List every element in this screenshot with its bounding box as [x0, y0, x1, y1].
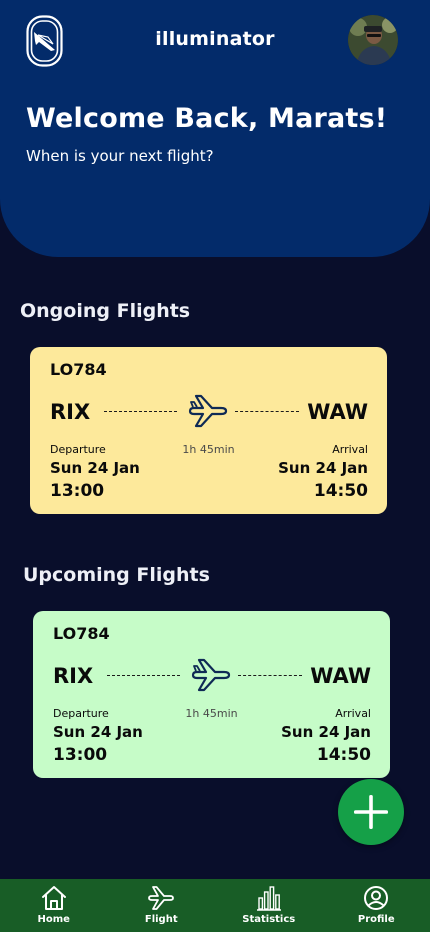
avatar[interactable]	[348, 15, 398, 65]
user-photo-icon	[348, 15, 398, 65]
ongoing-flight-card[interactable]: LO784 RIX WAW Departure 1h 45min Arrival…	[30, 347, 387, 514]
flight-number: LO784	[50, 360, 107, 379]
route-dash-right	[238, 675, 302, 676]
nav-label-flight: Flight	[144, 914, 178, 925]
departure-time: 13:00	[53, 745, 108, 765]
plus-icon	[354, 795, 388, 829]
arrival-date: Sun 24 Jan	[281, 723, 371, 741]
origin-code: RIX	[53, 664, 94, 688]
welcome-heading: Welcome Back, Marats!	[26, 103, 388, 134]
flight-number: LO784	[53, 624, 110, 643]
route-dash-left	[104, 411, 177, 412]
welcome-subtitle: When is your next flight?	[26, 147, 214, 165]
arrival-label: Arrival	[332, 443, 368, 456]
route-dash-right	[235, 411, 299, 412]
arrival-time: 14:50	[316, 745, 371, 765]
departure-time: 13:00	[50, 481, 105, 501]
origin-code: RIX	[50, 400, 91, 424]
arrival-time: 14:50	[313, 481, 368, 501]
header-banner: illuminator Welcome Back, Marats! When i…	[0, 0, 430, 257]
nav-item-flight[interactable]: Flight	[116, 879, 206, 932]
upcoming-flights-title: Upcoming Flights	[23, 564, 210, 586]
nav-item-profile[interactable]: Profile	[331, 879, 421, 932]
statistics-icon	[256, 886, 281, 911]
ongoing-flights-title: Ongoing Flights	[20, 300, 191, 322]
nav-label-statistics: Statistics	[242, 914, 296, 925]
flight-icon	[148, 886, 175, 910]
nav-label-home: Home	[37, 914, 70, 925]
profile-icon	[364, 886, 389, 910]
upcoming-flight-card[interactable]: LO784 RIX WAW Departure 1h 45min Arrival…	[33, 611, 390, 778]
departure-date: Sun 24 Jan	[50, 459, 140, 477]
add-flight-button[interactable]	[338, 779, 404, 845]
departure-date: Sun 24 Jan	[53, 723, 143, 741]
nav-item-home[interactable]: Home	[9, 879, 99, 932]
nav-label-profile: Profile	[357, 914, 395, 925]
home-icon	[41, 886, 66, 910]
airplane-icon	[188, 394, 228, 428]
destination-code: WAW	[310, 664, 371, 688]
airplane-icon	[191, 658, 231, 692]
bottom-navigation: Home Flight Statistics Profile	[0, 879, 430, 932]
arrival-date: Sun 24 Jan	[278, 459, 368, 477]
route-dash-left	[107, 675, 180, 676]
destination-code: WAW	[307, 400, 368, 424]
nav-item-statistics[interactable]: Statistics	[224, 879, 314, 932]
arrival-label: Arrival	[335, 707, 371, 720]
